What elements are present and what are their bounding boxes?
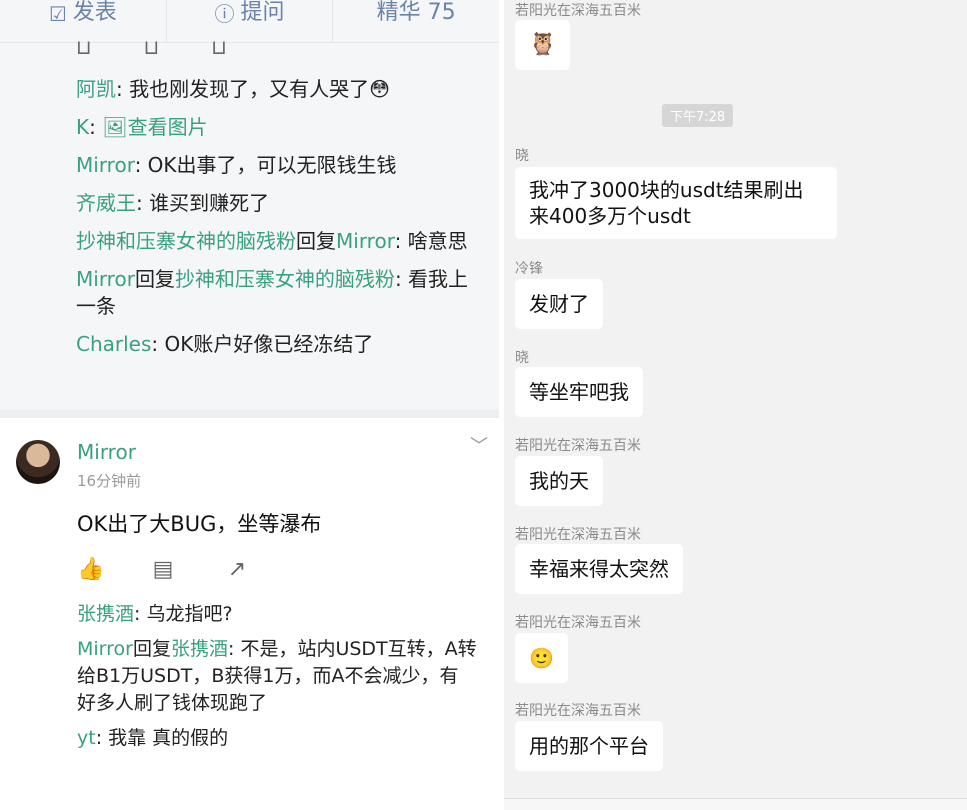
- edit-icon: ☑: [48, 2, 67, 26]
- comment-item[interactable]: yt: 我靠 真的假的: [77, 725, 477, 752]
- previous-post-actions: ⊔ ⊔ ⊔: [76, 38, 227, 56]
- message-sender[interactable]: 若阳光在深海五百米: [515, 435, 641, 455]
- comment-user[interactable]: 张携酒: [77, 603, 134, 625]
- comment-item[interactable]: Mirror回复抄神和压寨女神的脑残粉: 看我上一条: [76, 266, 486, 320]
- post-text: OK出了大BUG，坐等瀑布: [77, 512, 322, 536]
- comment-item[interactable]: K: 🖼查看图片: [76, 114, 486, 141]
- message-sender[interactable]: 若阳光在深海五百米: [515, 612, 641, 632]
- share-icon[interactable]: ↗: [225, 558, 249, 582]
- forum-topbar: ☑ 发表 ⓘ 提问 精华 75: [0, 0, 499, 43]
- message-sender[interactable]: 晓: [515, 347, 529, 367]
- reply-target[interactable]: 抄神和压寨女神的脑残粉: [175, 267, 395, 291]
- comment-user[interactable]: Charles: [76, 332, 151, 356]
- tab-post[interactable]: ☑ 发表: [0, 0, 167, 42]
- tab-ask-label: 提问: [240, 0, 285, 25]
- avatar[interactable]: [16, 440, 60, 484]
- forum-post: Mirror 16分钟前 ﹀ OK出了大BUG，坐等瀑布 👍 ▤ ↗ 张携酒: …: [0, 418, 499, 810]
- message-bubble[interactable]: 🦉: [515, 20, 571, 70]
- tab-featured[interactable]: 精华 75: [333, 0, 499, 42]
- comment-text: : 乌龙指吧?: [134, 603, 233, 625]
- reply-target[interactable]: Mirror: [336, 229, 395, 253]
- post-actions: 👍 ▤ ↗: [77, 558, 249, 582]
- comment-item[interactable]: Mirror回复张携酒: 不是，站内USDT互转，A转给B1万USDT，B获得1…: [77, 636, 477, 717]
- comment-icon[interactable]: ⊔: [144, 38, 160, 56]
- comment-text: : OK账户好像已经冻结了: [151, 332, 374, 356]
- message-bubble[interactable]: 发财了: [515, 279, 603, 329]
- comment-item[interactable]: 阿凯: 我也刚发现了，又有人哭了😳: [76, 76, 486, 103]
- comment-user[interactable]: yt: [77, 727, 96, 749]
- reply-word: 回复: [134, 267, 175, 291]
- tab-featured-label: 精华 75: [376, 0, 456, 25]
- question-icon: ⓘ: [214, 2, 235, 26]
- message-sender[interactable]: 晓: [515, 145, 529, 165]
- message-bubble[interactable]: 🙂: [515, 633, 568, 683]
- message-sender[interactable]: 若阳光在深海五百米: [515, 700, 641, 720]
- comment-text: : 我靠 真的假的: [95, 727, 229, 749]
- post-divider: [0, 410, 499, 418]
- image-icon: 🖼: [102, 115, 128, 139]
- message-bubble[interactable]: 等坐牢吧我: [515, 367, 643, 417]
- comment-user[interactable]: Mirror: [77, 638, 133, 660]
- post-time: 16分钟前: [77, 472, 142, 490]
- comment-text: :: [89, 115, 103, 139]
- comment-user[interactable]: Mirror: [76, 153, 135, 177]
- reply-target[interactable]: 张携酒: [171, 638, 228, 660]
- message-sender[interactable]: 若阳光在深海五百米: [515, 0, 641, 20]
- comment-user[interactable]: 抄神和压寨女神的脑残粉: [76, 229, 296, 253]
- comment-user[interactable]: 阿凯: [76, 77, 116, 101]
- message-bubble[interactable]: 用的那个平台: [515, 721, 663, 771]
- comment-user[interactable]: 齐威王: [76, 191, 136, 215]
- time-chip: 下午7:28: [662, 104, 734, 127]
- tab-ask[interactable]: ⓘ 提问: [167, 0, 334, 42]
- comment-item[interactable]: Mirror: OK出事了，可以无限钱生钱: [76, 152, 486, 179]
- comment-icon[interactable]: ▤: [151, 558, 175, 582]
- view-image-link[interactable]: 查看图片: [128, 115, 208, 139]
- chat-input-bar[interactable]: [504, 798, 967, 810]
- post-author[interactable]: Mirror: [77, 440, 136, 464]
- message-sender[interactable]: 冷锋: [515, 258, 543, 278]
- comment-user[interactable]: Mirror: [76, 267, 135, 291]
- comment-item[interactable]: 抄神和压寨女神的脑残粉回复Mirror: 啥意思: [76, 228, 486, 255]
- comment-item[interactable]: Charles: OK账户好像已经冻结了: [76, 331, 486, 358]
- tab-post-label: 发表: [72, 0, 117, 25]
- comment-text: : 啥意思: [394, 229, 468, 253]
- comment-text: : 谁买到赚死了: [136, 191, 270, 215]
- message-bubble[interactable]: 我冲了3000块的usdt结果刷出来400多万个usdt: [515, 167, 837, 239]
- share-icon[interactable]: ⊔: [211, 38, 227, 56]
- previous-post-comments: 阿凯: 我也刚发现了，又有人哭了😳 K: 🖼查看图片 Mirror: OK出事了…: [76, 76, 486, 369]
- reply-word: 回复: [296, 229, 336, 253]
- comment-item[interactable]: 张携酒: 乌龙指吧?: [77, 601, 477, 628]
- chat-panel: 若阳光在深海五百米 🦉 下午7:28 晓 我冲了3000块的usdt结果刷出来4…: [504, 0, 967, 810]
- post-comments: 张携酒: 乌龙指吧? Mirror回复张携酒: 不是，站内USDT互转，A转给B…: [77, 601, 477, 760]
- forum-panel: ☑ 发表 ⓘ 提问 精华 75 ⊔ ⊔ ⊔ 阿凯: 我也刚发现了，又有人哭了😳 K:…: [0, 0, 499, 810]
- flushed-face-emoji: 😳: [369, 77, 390, 101]
- chevron-down-icon[interactable]: ﹀: [470, 432, 488, 458]
- comment-text: : OK出事了，可以无限钱生钱: [134, 153, 397, 177]
- message-bubble[interactable]: 幸福来得太突然: [515, 544, 683, 594]
- like-icon[interactable]: ⊔: [76, 38, 92, 56]
- like-icon[interactable]: 👍: [77, 558, 104, 582]
- reply-word: 回复: [132, 638, 171, 660]
- message-bubble[interactable]: 我的天: [515, 456, 603, 506]
- comment-user[interactable]: K: [76, 115, 89, 139]
- comment-item[interactable]: 齐威王: 谁买到赚死了: [76, 190, 486, 217]
- comment-text: : 我也刚发现了，又有人哭了: [116, 77, 370, 101]
- message-sender[interactable]: 若阳光在深海五百米: [515, 524, 641, 544]
